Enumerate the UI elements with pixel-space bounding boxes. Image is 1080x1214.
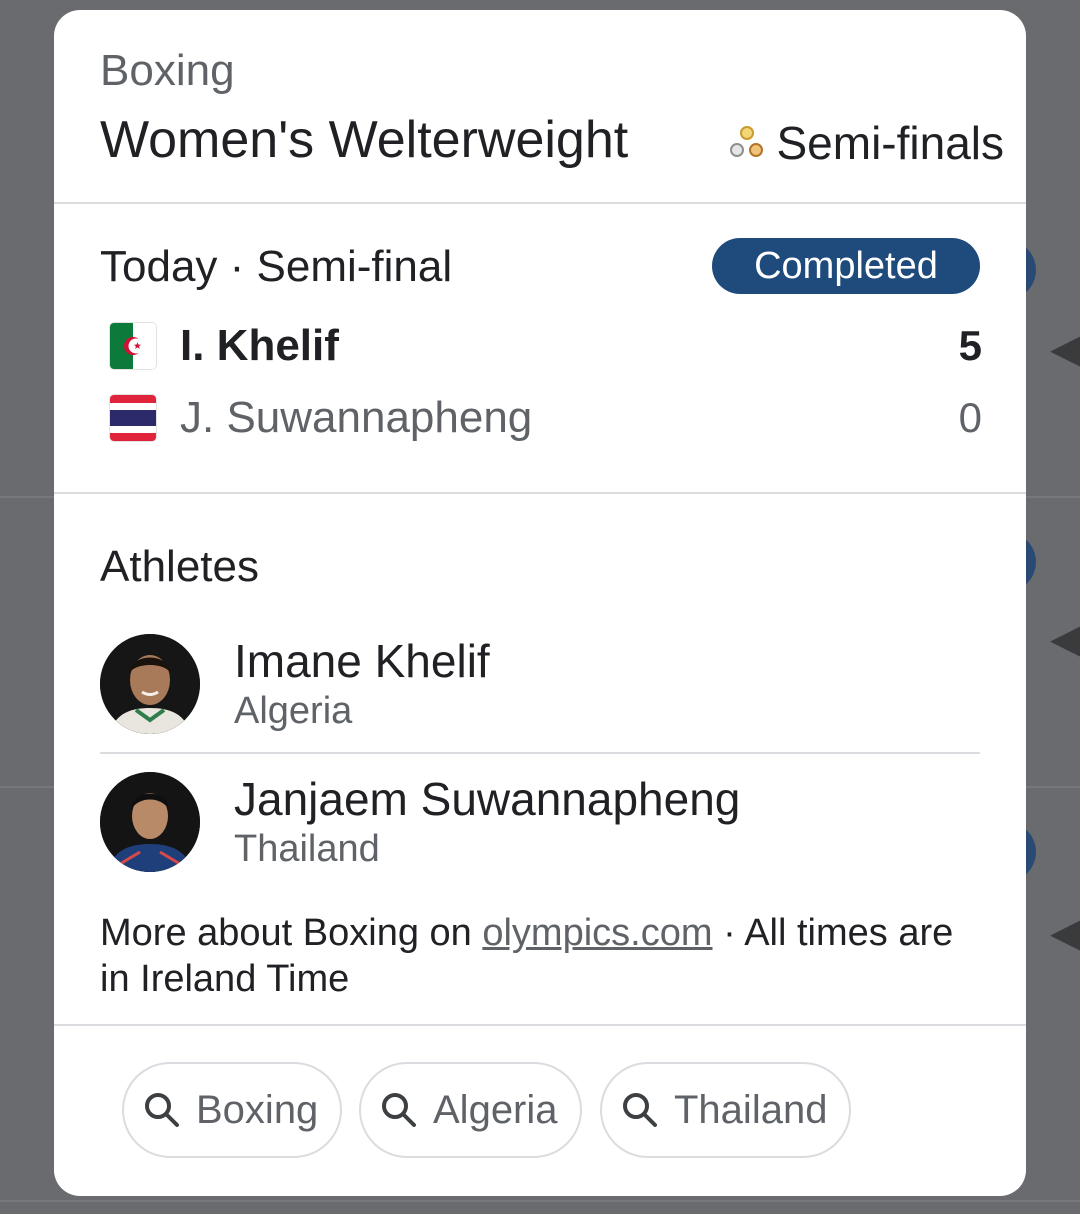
competitor-score: 5 — [958, 322, 982, 369]
footer-prefix: More about Boxing on — [100, 912, 483, 954]
avatar — [100, 634, 200, 734]
divider — [54, 492, 1026, 494]
search-chip-boxing[interactable]: Boxing — [122, 1062, 343, 1158]
search-icon — [382, 1093, 416, 1127]
medals-icon — [730, 124, 764, 162]
competitor-name: I. Khelif — [180, 321, 339, 370]
athlete-item[interactable]: Janjaem Suwannapheng Thailand — [100, 772, 980, 876]
competitor-row[interactable]: J. Suwannapheng 0 — [110, 388, 982, 448]
background-arrow-icon: ◀ — [1050, 911, 1080, 955]
chip-label: Algeria — [433, 1087, 558, 1132]
footer-note: More about Boxing on olympics.com · All … — [100, 910, 980, 1002]
background-divider — [0, 1200, 1080, 1202]
competitor-name: J. Suwannapheng — [180, 393, 533, 442]
search-chip-algeria[interactable]: Algeria — [359, 1062, 582, 1158]
divider — [54, 1024, 1026, 1026]
stage-label: Semi-finals — [776, 117, 1004, 169]
divider — [100, 752, 980, 754]
status-badge: Completed — [712, 238, 980, 294]
athlete-name: Janjaem Suwannapheng — [234, 773, 741, 825]
search-icon — [623, 1093, 657, 1127]
competitor-score: 0 — [958, 394, 982, 441]
athletes-heading: Athletes — [100, 542, 259, 591]
thailand-flag-icon — [110, 395, 156, 441]
athlete-name: Imane Khelif — [234, 635, 490, 687]
divider — [54, 202, 1026, 204]
event-card: Boxing Women's Welterweight Semi-finals … — [54, 10, 1026, 1196]
avatar — [100, 772, 200, 872]
background-arrow-icon: ◀ — [1050, 327, 1080, 371]
event-title: Women's Welterweight — [100, 111, 629, 169]
search-chip-thailand[interactable]: Thailand — [600, 1062, 852, 1158]
search-icon — [145, 1093, 179, 1127]
background-arrow-icon: ◀ — [1050, 617, 1080, 661]
athlete-item[interactable]: Imane Khelif Algeria — [100, 634, 980, 738]
chip-label: Boxing — [196, 1087, 319, 1132]
competitor-row[interactable]: I. Khelif 5 — [110, 316, 982, 376]
algeria-flag-icon — [110, 323, 156, 369]
chip-label: Thailand — [674, 1087, 828, 1132]
match-label: Today · Semi-final — [100, 242, 453, 291]
olympics-link[interactable]: olympics.com — [482, 912, 712, 954]
athlete-country: Algeria — [234, 690, 353, 732]
stage-indicator[interactable]: Semi-finals — [730, 116, 1004, 170]
sport-title: Boxing — [100, 46, 235, 95]
athlete-country: Thailand — [234, 828, 380, 870]
